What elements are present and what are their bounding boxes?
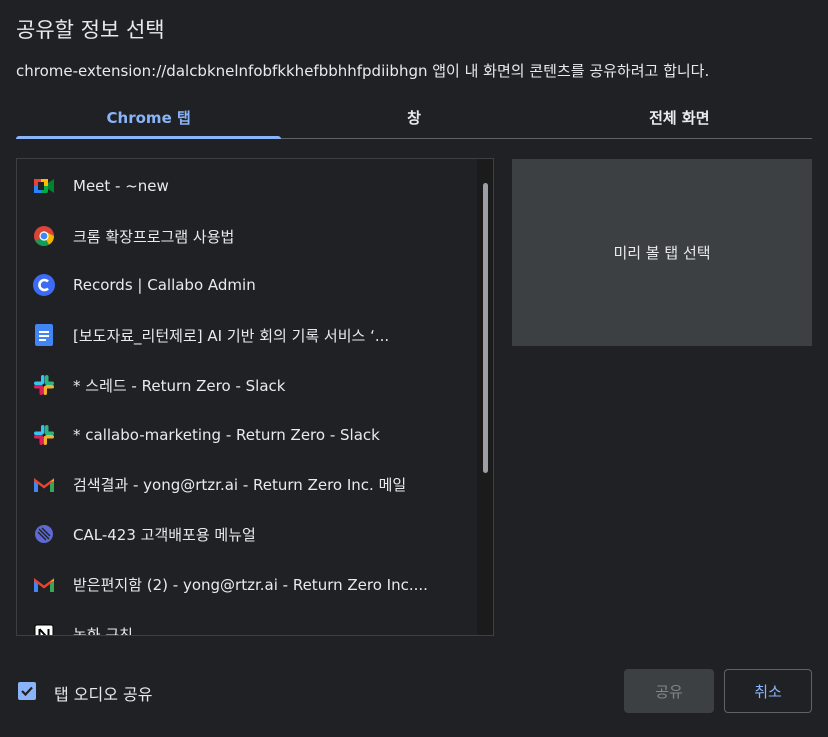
list-item-label: 녹화 규칙 xyxy=(73,625,133,636)
list-item-label: [보도자료_리턴제로] AI 기반 회의 기록 서비스 ‘... xyxy=(73,326,390,345)
list-item[interactable]: 크롬 확장프로그램 사용법 xyxy=(17,211,477,261)
list-item-label: Records | Callabo Admin xyxy=(73,276,256,294)
list-item[interactable]: 검색결과 - yong@rtzr.ai - Return Zero Inc. 메… xyxy=(17,459,477,509)
list-item[interactable]: 녹화 규칙 xyxy=(17,609,477,636)
list-item-label: 검색결과 - yong@rtzr.ai - Return Zero Inc. 메… xyxy=(73,475,407,494)
tab-list[interactable]: Meet - ~new 크롬 확장프로그램 사용법 Records | Call… xyxy=(16,158,494,636)
callabo-icon xyxy=(33,274,55,296)
scrollbar-thumb[interactable] xyxy=(483,183,488,473)
list-item-label: 크롬 확장프로그램 사용법 xyxy=(73,227,235,246)
list-item[interactable]: Records | Callabo Admin xyxy=(17,260,477,310)
linear-icon xyxy=(33,523,55,545)
list-item[interactable]: 받은편지함 (2) - yong@rtzr.ai - Return Zero I… xyxy=(17,559,477,609)
slack-icon xyxy=(33,424,55,446)
dialog-subtitle: chrome-extension://dalcbknelnfobfkkhefbb… xyxy=(16,62,710,80)
list-item-label: 받은편지함 (2) - yong@rtzr.ai - Return Zero I… xyxy=(73,575,428,594)
tab-entire-screen[interactable]: 전체 화면 xyxy=(547,96,812,138)
audio-share-checkbox[interactable] xyxy=(18,682,36,700)
google-meet-icon xyxy=(33,175,55,197)
share-button[interactable]: 공유 xyxy=(624,669,714,713)
chrome-icon xyxy=(33,225,55,247)
list-item[interactable]: CAL-423 고객배포용 메뉴얼 xyxy=(17,509,477,559)
scrollbar-track[interactable] xyxy=(477,159,493,635)
list-item[interactable]: Meet - ~new xyxy=(17,161,477,211)
list-item-label: Meet - ~new xyxy=(73,177,169,195)
check-icon xyxy=(21,686,33,697)
tab-window[interactable]: 창 xyxy=(281,96,546,138)
list-item[interactable]: * callabo-marketing - Return Zero - Slac… xyxy=(17,410,477,460)
notion-icon xyxy=(33,623,55,635)
gmail-icon xyxy=(33,473,55,495)
dialog-title: 공유할 정보 선택 xyxy=(16,18,165,42)
list-item-label: * 스레드 - Return Zero - Slack xyxy=(73,376,286,395)
gmail-icon xyxy=(33,573,55,595)
tab-chrome-tabs[interactable]: Chrome 탭 xyxy=(16,96,282,139)
list-item[interactable]: * 스레드 - Return Zero - Slack xyxy=(17,360,477,410)
list-item-label: CAL-423 고객배포용 메뉴얼 xyxy=(73,525,256,544)
preview-panel: 미리 볼 탭 선택 xyxy=(512,159,812,346)
list-item[interactable]: [보도자료_리턴제로] AI 기반 회의 기록 서비스 ‘... xyxy=(17,310,477,360)
slack-icon xyxy=(33,374,55,396)
cancel-button[interactable]: 취소 xyxy=(724,669,812,713)
list-item-label: * callabo-marketing - Return Zero - Slac… xyxy=(73,426,380,444)
google-docs-icon xyxy=(33,324,55,346)
audio-share-label: 탭 오디오 공유 xyxy=(54,685,153,704)
source-tabs: Chrome 탭 창 전체 화면 xyxy=(16,96,812,139)
preview-placeholder: 미리 볼 탭 선택 xyxy=(613,244,711,262)
